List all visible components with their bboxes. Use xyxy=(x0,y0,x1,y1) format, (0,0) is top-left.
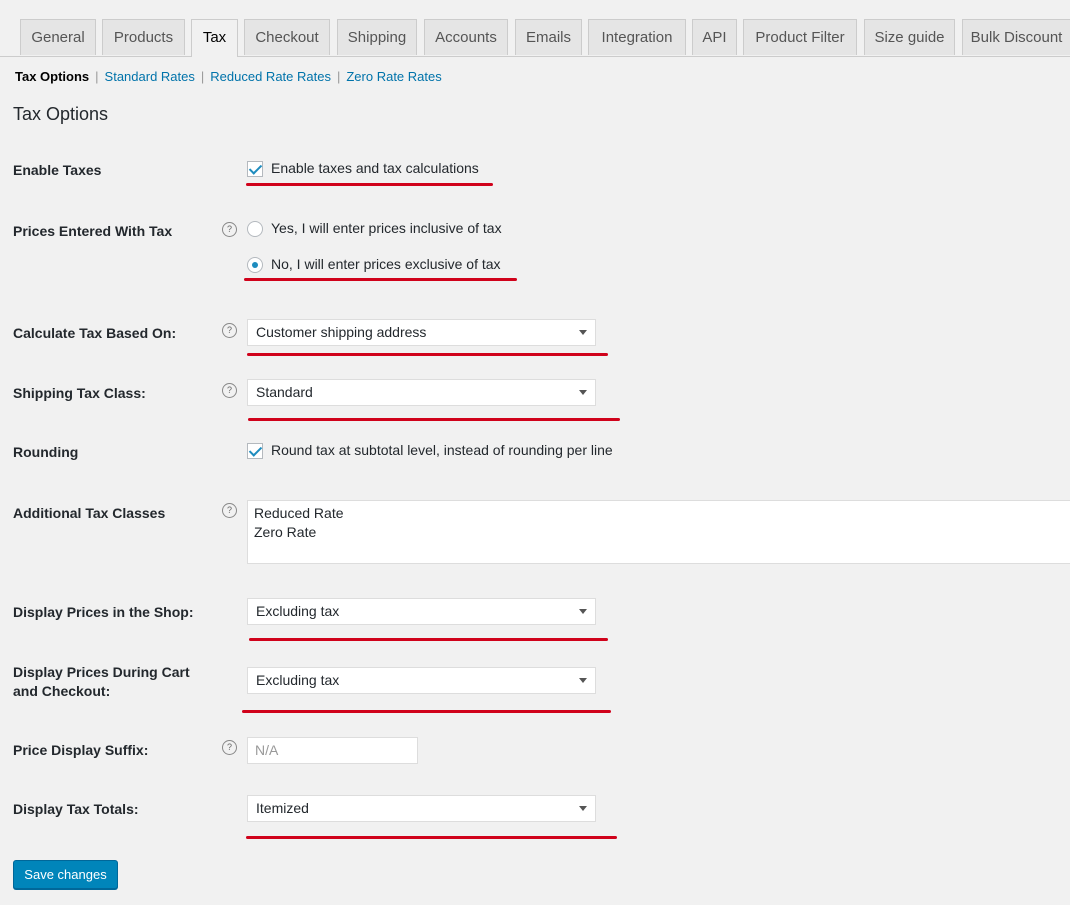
prices-exclusive-option: No, I will enter prices exclusive of tax xyxy=(271,256,501,272)
calculate-based-on-label: Calculate Tax Based On: xyxy=(13,325,177,341)
prices-exclusive-radio[interactable] xyxy=(247,257,263,273)
settings-tab-bar: General Products Tax Checkout Shipping A… xyxy=(0,0,1070,57)
subnav-separator: | xyxy=(336,69,341,84)
display-cart-select[interactable]: Excluding tax xyxy=(247,667,596,694)
tax-subnav: Tax Options | Standard Rates | Reduced Rate … xyxy=(15,69,442,84)
help-icon[interactable]: ? xyxy=(222,383,237,398)
dropdown-arrow-icon xyxy=(579,609,587,614)
select-value: Itemized xyxy=(256,800,309,816)
annotation-underline xyxy=(246,836,617,839)
tab-integration[interactable]: Integration xyxy=(588,19,686,55)
shipping-tax-class-select[interactable]: Standard xyxy=(247,379,596,406)
textarea-line: Zero Rate xyxy=(254,524,317,540)
annotation-underline xyxy=(244,278,517,281)
tab-bulk-discount[interactable]: Bulk Discount xyxy=(962,19,1070,55)
display-totals-select[interactable]: Itemized xyxy=(247,795,596,822)
dropdown-arrow-icon xyxy=(579,330,587,335)
calculate-based-on-select[interactable]: Customer shipping address xyxy=(247,319,596,346)
tab-tax[interactable]: Tax xyxy=(191,19,238,57)
annotation-underline xyxy=(249,638,608,641)
enable-taxes-checkbox[interactable] xyxy=(247,161,263,177)
annotation-underline xyxy=(242,710,611,713)
additional-tax-classes-textarea[interactable]: Reduced Rate Zero Rate xyxy=(247,500,1070,564)
display-cart-label-line: Display Prices During Cart xyxy=(13,664,190,680)
select-value: Standard xyxy=(256,384,313,400)
prices-entered-label: Prices Entered With Tax xyxy=(13,223,173,239)
dropdown-arrow-icon xyxy=(579,678,587,683)
display-totals-label: Display Tax Totals: xyxy=(13,801,139,817)
radio-selected-dot-icon xyxy=(252,262,258,268)
help-icon[interactable]: ? xyxy=(222,503,237,518)
textarea-line: Reduced Rate xyxy=(254,505,344,521)
rounding-label: Rounding xyxy=(13,444,79,460)
tab-api[interactable]: API xyxy=(692,19,737,55)
subnav-standard-rates[interactable]: Standard Rates xyxy=(105,69,195,84)
annotation-underline xyxy=(247,353,608,356)
checkmark-icon xyxy=(248,443,263,457)
select-value: Excluding tax xyxy=(256,603,340,619)
checkmark-icon xyxy=(248,161,263,175)
help-icon[interactable]: ? xyxy=(222,740,237,755)
dropdown-arrow-icon xyxy=(579,806,587,811)
select-value: Customer shipping address xyxy=(256,324,427,340)
price-suffix-label: Price Display Suffix: xyxy=(13,742,149,758)
help-icon[interactable]: ? xyxy=(222,323,237,338)
tab-checkout[interactable]: Checkout xyxy=(244,19,330,55)
subnav-zero-rate-rates[interactable]: Zero Rate Rates xyxy=(346,69,441,84)
select-value: Excluding tax xyxy=(256,672,340,688)
subnav-separator: | xyxy=(95,69,99,84)
tab-emails[interactable]: Emails xyxy=(515,19,582,55)
display-cart-label-line: and Checkout: xyxy=(13,683,111,699)
enable-taxes-label: Enable Taxes xyxy=(13,162,102,178)
tab-general[interactable]: General xyxy=(20,19,96,55)
enable-taxes-option-label: Enable taxes and tax calculations xyxy=(271,160,479,176)
rounding-checkbox[interactable] xyxy=(247,443,263,459)
subnav-reduced-rate-rates[interactable]: Reduced Rate Rates xyxy=(210,69,331,84)
tab-accounts[interactable]: Accounts xyxy=(424,19,508,55)
price-suffix-input[interactable]: N/A xyxy=(247,737,418,764)
display-shop-label: Display Prices in the Shop: xyxy=(13,604,194,620)
annotation-underline xyxy=(246,183,493,186)
tab-product-filter[interactable]: Product Filter xyxy=(743,19,857,55)
tab-size-guide[interactable]: Size guide xyxy=(864,19,955,55)
section-title: Tax Options xyxy=(13,104,109,124)
shipping-tax-class-label: Shipping Tax Class: xyxy=(13,385,146,401)
annotation-underline xyxy=(248,418,620,421)
subnav-separator: | xyxy=(200,69,205,84)
tab-shipping[interactable]: Shipping xyxy=(337,19,417,55)
tab-products[interactable]: Products xyxy=(102,19,185,55)
dropdown-arrow-icon xyxy=(579,390,587,395)
rounding-option-label: Round tax at subtotal level, instead of … xyxy=(271,442,613,458)
prices-inclusive-radio[interactable] xyxy=(247,221,263,237)
display-shop-select[interactable]: Excluding tax xyxy=(247,598,596,625)
subnav-tax-options: Tax Options xyxy=(15,69,90,84)
save-changes-button[interactable]: Save changes xyxy=(13,860,118,889)
help-icon[interactable]: ? xyxy=(222,222,237,237)
prices-inclusive-option: Yes, I will enter prices inclusive of ta… xyxy=(271,220,502,236)
display-cart-label: Display Prices During Cart and Checkout: xyxy=(13,663,190,701)
additional-tax-classes-label: Additional Tax Classes xyxy=(13,505,166,521)
